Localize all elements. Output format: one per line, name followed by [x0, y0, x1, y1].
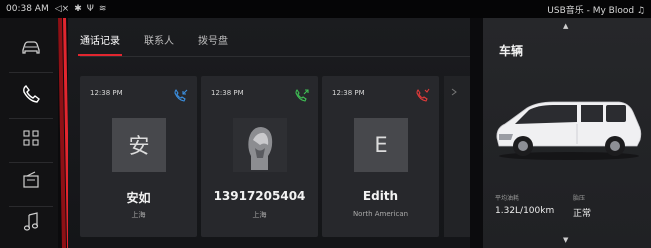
panel-gap: [470, 18, 483, 248]
fuel-value: 1.32L/100km: [495, 206, 555, 216]
vehicle-title: 车辆: [499, 44, 524, 58]
chevron-right-icon: [451, 88, 457, 96]
tire-label: 胎压: [573, 195, 586, 202]
tab-dialpad[interactable]: 拨号盘: [198, 32, 228, 56]
rail-apps-button[interactable]: [10, 116, 52, 160]
contact-name: Edith: [362, 189, 399, 203]
contact-name: 13917205404: [213, 189, 306, 203]
fuel-label: 平均油耗: [495, 195, 520, 202]
radio-icon: [23, 171, 39, 188]
vehicle-image: [496, 101, 642, 160]
incoming-call-icon: [174, 89, 188, 102]
call-time: 12:38 PM: [332, 89, 365, 97]
missed-call-icon: [416, 88, 430, 102]
clock: 00:38 AM: [6, 4, 49, 14]
contact-location: 上海: [131, 211, 146, 219]
now-playing[interactable]: USB音乐 - My Blood ♫: [547, 3, 645, 16]
scroll-up-icon[interactable]: ▲: [563, 22, 568, 30]
phone-icon: [23, 85, 40, 103]
left-nav-rail: [0, 18, 58, 248]
phone-tabs: 通话记录 联系人 拨号盘: [78, 32, 228, 56]
fuel-consumption: 平均油耗 1.32L/100km: [495, 193, 554, 216]
next-call-card-peek[interactable]: [444, 76, 470, 237]
tab-divider: [80, 56, 470, 57]
tire-value: 正常: [573, 209, 592, 219]
car-icon: [22, 41, 40, 54]
call-card[interactable]: 12:38 PM 13917205404 上海: [201, 76, 318, 237]
outgoing-call-icon: [295, 89, 309, 102]
person-photo: [233, 118, 287, 172]
call-card[interactable]: 12:38 PM E Edith North American: [322, 76, 439, 237]
call-card[interactable]: 12:38 PM 安 安如 上海: [80, 76, 197, 237]
tab-call-history[interactable]: 通话记录: [78, 32, 122, 56]
status-icons: ◁× ✱ Ψ ≋: [55, 4, 107, 14]
usb-icon: Ψ: [86, 4, 94, 14]
rail-music-button[interactable]: [10, 200, 52, 244]
avatar: 安: [112, 118, 166, 172]
status-bar: 00:38 AM ◁× ✱ Ψ ≋ USB音乐 - My Blood ♫: [0, 0, 651, 18]
call-time: 12:38 PM: [211, 89, 244, 97]
avatar: E: [354, 118, 408, 172]
rail-car-button[interactable]: [10, 26, 52, 70]
contact-name: 安如: [126, 191, 151, 205]
contact-location: North American: [352, 210, 409, 218]
tire-pressure: 胎压 正常: [573, 193, 591, 219]
wifi-icon: ≋: [98, 4, 107, 14]
volume-icon: ◁×: [54, 4, 70, 14]
contact-location: 上海: [252, 211, 267, 219]
rail-phone-button[interactable]: [10, 72, 52, 116]
music-note-icon: [23, 212, 39, 231]
avatar: [233, 118, 287, 172]
vehicle-panel[interactable]: ▲ 车辆 平均油耗 1.32L/100km 胎压 正常 ▼: [483, 18, 651, 248]
scroll-down-icon[interactable]: ▼: [563, 236, 568, 244]
rail-radio-button[interactable]: [10, 158, 52, 202]
tab-contacts[interactable]: 联系人: [144, 32, 174, 56]
call-time: 12:38 PM: [90, 89, 123, 97]
apps-grid-icon: [23, 130, 39, 146]
bluetooth-icon: ✱: [74, 4, 82, 14]
